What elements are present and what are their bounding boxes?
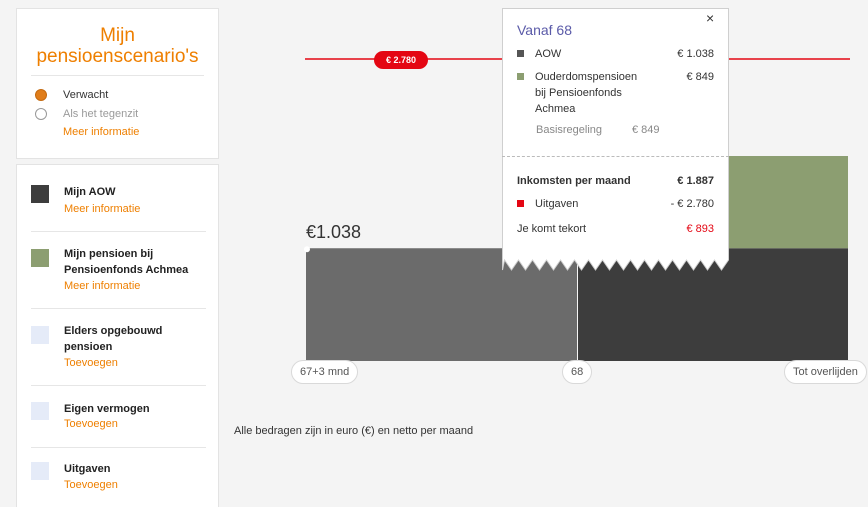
- expense-label: Uitgaven: [535, 198, 579, 210]
- popup-row-aow: AOW € 1.038: [517, 46, 714, 62]
- divider: [31, 447, 206, 448]
- income-label: Inkomsten per maand: [517, 175, 631, 187]
- bar-start-marker: [304, 246, 310, 253]
- radio-checked-icon[interactable]: [35, 89, 47, 101]
- assets-swatch: [31, 402, 49, 420]
- legend-label: Elders opgebouwd: [64, 325, 163, 337]
- pension-swatch: [31, 249, 49, 267]
- popup-row-amount: € 1.038: [677, 48, 714, 60]
- legend-label: pensioen: [64, 341, 113, 353]
- legend-aow-link[interactable]: Meer informatie: [64, 203, 140, 215]
- scenario-title-line2: pensioenscenario's: [36, 46, 199, 67]
- close-icon[interactable]: ×: [706, 10, 714, 26]
- legend-label: Eigen vermogen: [64, 403, 150, 415]
- pension-page: € 2.780 €1.038 67+3 mnd 68 Tot overlijde…: [0, 0, 868, 507]
- tick-start[interactable]: 67+3 mnd: [291, 360, 359, 384]
- expense-amount: - € 2.780: [670, 198, 714, 210]
- scenario-card: Mijn pensioenscenario's Verwacht Als het…: [16, 8, 219, 159]
- radio-unchecked-icon[interactable]: [35, 108, 47, 120]
- popup-title: Vanaf 68: [517, 22, 573, 38]
- legend-pension-link[interactable]: Meer informatie: [64, 280, 140, 292]
- tick-end[interactable]: Tot overlijden: [784, 360, 867, 384]
- scenario-more-info-link[interactable]: Meer informatie: [63, 126, 139, 138]
- legend-label: Uitgaven: [64, 463, 111, 475]
- popup-row-amount: € 849: [686, 71, 714, 83]
- legend-assets-add-link[interactable]: Toevoegen: [64, 418, 118, 430]
- popup-row-name: Achmea: [535, 103, 576, 115]
- aow-value-label: €1.038: [306, 222, 362, 242]
- divider: [31, 231, 206, 232]
- expense-pill[interactable]: € 2.780: [374, 51, 428, 69]
- popup-sub-label: Basisregeling: [536, 124, 603, 136]
- footnote: Alle bedragen zijn in euro (€) en netto …: [234, 425, 474, 437]
- elsewhere-swatch: [31, 326, 49, 344]
- tick-68[interactable]: 68: [562, 360, 593, 384]
- legend-card: Mijn AOW Meer informatie Mijn pensioen b…: [16, 164, 219, 507]
- aow-swatch: [31, 185, 49, 203]
- scenario-option-expected[interactable]: Verwacht: [35, 89, 108, 101]
- divider: [31, 75, 204, 76]
- shortfall-label: Je komt tekort: [517, 223, 587, 235]
- scenario-title: Mijn pensioenscenario's: [17, 25, 218, 67]
- aow-marker-icon: [517, 50, 524, 57]
- popup-row-name: AOW: [535, 48, 562, 60]
- popup-sub-amount: € 849: [632, 124, 660, 136]
- scenario-title-line1: Mijn: [100, 25, 135, 46]
- legend-label: Mijn pensioen bij: [64, 248, 154, 260]
- shortfall-amount: € 893: [686, 223, 714, 235]
- scenario-option-adverse[interactable]: Als het tegenzit: [35, 108, 138, 120]
- legend-expenses-add-link[interactable]: Toevoegen: [64, 479, 118, 491]
- income-amount: € 1.887: [677, 175, 714, 187]
- popup-separator: [502, 156, 729, 157]
- expenses-swatch: [31, 462, 49, 480]
- scenario-option-label: Als het tegenzit: [63, 108, 139, 120]
- legend-elsewhere-add-link[interactable]: Toevoegen: [64, 357, 118, 369]
- legend-label: Mijn AOW: [64, 186, 116, 198]
- popup-row-name: Ouderdomspensioen: [535, 71, 638, 83]
- popup-row-name: bij Pensioenfonds: [535, 87, 622, 99]
- scenario-option-label: Verwacht: [63, 89, 109, 101]
- detail-popup: Vanaf 68 × AOW € 1.038 Ouderdomspensioen…: [502, 8, 729, 274]
- expense-marker-icon: [517, 200, 524, 207]
- legend-label: Pensioenfonds Achmea: [64, 264, 189, 276]
- pension-marker-icon: [517, 73, 524, 80]
- divider: [31, 308, 206, 309]
- popup-row-pension: Ouderdomspensioen bij Pensioenfonds Achm…: [517, 69, 714, 117]
- divider: [31, 385, 206, 386]
